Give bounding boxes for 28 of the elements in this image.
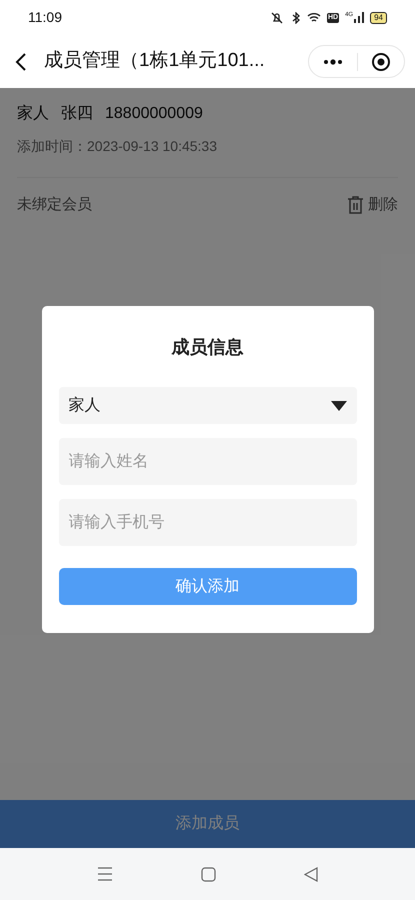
member-relation: 家人 xyxy=(17,104,49,124)
battery-indicator: 94 xyxy=(370,12,387,24)
mute-icon xyxy=(268,12,285,24)
back-nav-icon[interactable] xyxy=(304,866,318,882)
signal-icon xyxy=(354,12,364,23)
member-name: 张四 xyxy=(61,104,93,124)
confirm-add-button[interactable]: 确认添加 xyxy=(58,568,356,605)
close-icon[interactable] xyxy=(371,52,391,72)
more-icon[interactable] xyxy=(323,58,343,64)
delete-button[interactable]: 删除 xyxy=(347,194,398,216)
added-time: 2023-09-13 10:45:33 xyxy=(87,137,217,156)
trash-icon xyxy=(347,196,364,214)
add-member-button[interactable]: 添加成员 xyxy=(0,800,415,848)
page-title: 成员管理（1栋1单元101... xyxy=(44,49,265,74)
bind-status: 未绑定会员 xyxy=(17,194,92,215)
relation-select[interactable]: 家人 xyxy=(58,387,356,424)
status-time: 11:09 xyxy=(28,8,62,27)
dialog-title: 成员信息 xyxy=(172,336,244,359)
wifi-icon xyxy=(306,12,321,23)
member-phone: 18800000009 xyxy=(105,104,203,124)
input-field[interactable]: 请输入姓名 xyxy=(58,438,356,485)
bluetooth-icon xyxy=(290,12,301,24)
input-field[interactable]: 请输入手机号 xyxy=(58,499,356,546)
back-icon[interactable] xyxy=(14,52,28,72)
home-icon[interactable] xyxy=(201,866,216,882)
added-label: 添加时间： xyxy=(17,137,87,156)
menu-icon[interactable] xyxy=(97,867,113,881)
caret-icon xyxy=(330,400,346,410)
